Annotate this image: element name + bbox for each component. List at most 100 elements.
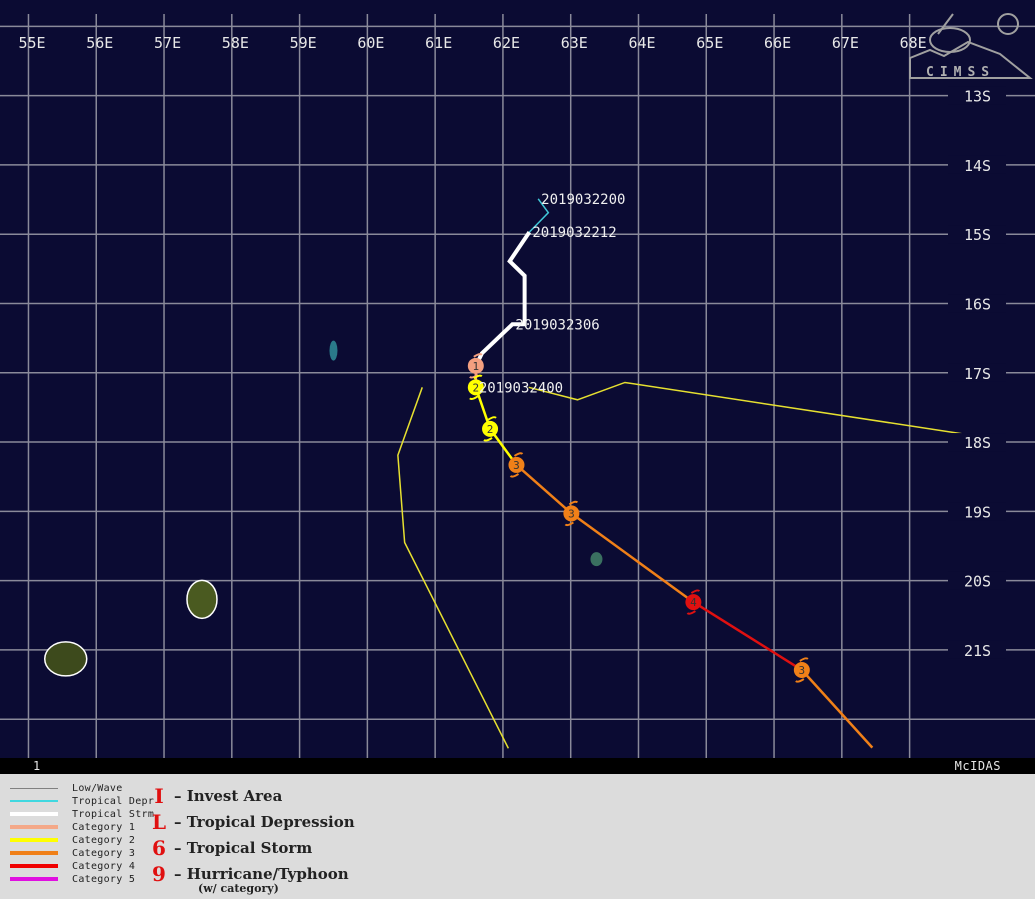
hurricane-icon: 9 bbox=[152, 862, 166, 886]
latitude-tick-label: 13S bbox=[964, 88, 991, 106]
latitude-tick-label: 21S bbox=[964, 642, 991, 660]
legend-swatch bbox=[10, 864, 58, 868]
longitude-tick-label: 65E bbox=[696, 34, 723, 52]
longitude-tick-label: 57E bbox=[154, 34, 181, 52]
legend-label: Category 1 bbox=[72, 821, 136, 833]
legend: Low/Wave Tropical Depr Tropical Strm Catego… bbox=[0, 774, 1035, 899]
hurricane-symbol-icon: 3 bbox=[793, 657, 810, 683]
legend-label: Category 2 bbox=[72, 834, 136, 846]
tropical-storm-icon: 6 bbox=[152, 836, 166, 860]
legend-line-entry: Category 5 bbox=[10, 873, 135, 885]
category-number: 4 bbox=[690, 596, 697, 609]
latitude-tick-label: 19S bbox=[964, 503, 991, 521]
symbol-arm bbox=[799, 657, 809, 662]
legend-note: (w/ category) bbox=[198, 882, 279, 895]
track-segment bbox=[692, 601, 803, 672]
legend-symbol-label: – Tropical Depression bbox=[174, 813, 355, 831]
longitude-tick-label: 55E bbox=[18, 34, 45, 52]
legend-line-entry: Category 1 bbox=[10, 821, 135, 833]
legend-swatch bbox=[10, 787, 58, 789]
longitude-tick-label: 66E bbox=[764, 34, 791, 52]
legend-symbol-label: – Hurricane/Typhoon bbox=[174, 865, 349, 883]
legend-label: Tropical Depr bbox=[72, 795, 155, 807]
legend-swatch bbox=[10, 812, 58, 816]
status-bar: 1 McIDAS bbox=[0, 758, 1035, 774]
symbol-arm bbox=[513, 452, 524, 457]
legend-swatch bbox=[10, 825, 58, 829]
storm-track bbox=[474, 198, 874, 749]
time-labels: 2019032200 2019032212 2019032306 2019032400 bbox=[479, 192, 626, 396]
cimss-logo: CIMSS bbox=[909, 13, 1033, 80]
symbol-arm bbox=[469, 395, 479, 400]
longitude-tick-label: 59E bbox=[290, 34, 317, 52]
latitude-tick-label: 16S bbox=[964, 295, 991, 313]
symbol-arm bbox=[795, 678, 805, 683]
hurricane-symbol-icon: 4 bbox=[685, 589, 702, 615]
island-tromelin bbox=[329, 340, 338, 361]
latitude-tick-label: 20S bbox=[964, 573, 991, 591]
legend-label: Category 5 bbox=[72, 873, 136, 885]
legend-line-entry: Tropical Depr bbox=[10, 795, 154, 807]
category-number: 1 bbox=[473, 360, 480, 373]
category-number: 2 bbox=[487, 423, 494, 436]
latitude-labels: 13S 14S 15S 16S 17S 18S 19S 20S 21S bbox=[948, 86, 1006, 660]
island-cargados-carajos bbox=[590, 552, 603, 567]
island-mauritius bbox=[186, 579, 218, 620]
longitude-tick-label: 60E bbox=[357, 34, 384, 52]
latitude-tick-label: 17S bbox=[964, 365, 991, 383]
longitude-tick-label: 58E bbox=[222, 34, 249, 52]
longitude-tick-label: 61E bbox=[425, 34, 452, 52]
forecast-line bbox=[528, 381, 962, 435]
legend-symbol-entry: 6 – Tropical Storm bbox=[150, 836, 312, 860]
category-number: 3 bbox=[568, 507, 575, 520]
legend-swatch bbox=[10, 877, 58, 881]
legend-line-entry: Tropical Strm bbox=[10, 808, 154, 820]
longitude-labels: 55E 56E 57E 58E 59E 60E 61E 62E 63E 64E 65E 66E 67E 6… bbox=[18, 34, 926, 52]
legend-line-entry: Category 2 bbox=[10, 834, 135, 846]
legend-symbol-entry: L – Tropical Depression bbox=[150, 810, 355, 834]
timestamp-label: 2019032200 bbox=[541, 192, 625, 208]
legend-label: Category 4 bbox=[72, 860, 136, 872]
legend-line-entry: Category 3 bbox=[10, 847, 135, 859]
longitude-tick-label: 56E bbox=[86, 34, 113, 52]
symbol-arm bbox=[564, 521, 574, 527]
legend-label: Tropical Strm bbox=[72, 808, 155, 820]
timestamp-label: 2019032400 bbox=[479, 380, 563, 396]
legend-swatch bbox=[10, 800, 58, 802]
depression-icon: L bbox=[151, 810, 167, 834]
symbol-arm bbox=[690, 589, 701, 594]
legend-line-entry: Category 4 bbox=[10, 860, 135, 872]
longitude-tick-label: 67E bbox=[832, 34, 859, 52]
latitude-tick-label: 15S bbox=[964, 226, 991, 244]
legend-symbol-entry: I – Invest Area bbox=[150, 784, 282, 808]
category-number: 3 bbox=[513, 459, 520, 472]
legend-swatch bbox=[10, 851, 58, 855]
legend-label: Low/Wave bbox=[72, 782, 123, 794]
invest-icon: I bbox=[154, 784, 164, 808]
software-label: McIDAS bbox=[954, 759, 1001, 773]
legend-label: Category 3 bbox=[72, 847, 136, 859]
symbol-arm bbox=[686, 610, 696, 615]
symbol-arm bbox=[487, 416, 497, 421]
map-canvas: 1223343 20190322002019032212201903230620… bbox=[0, 13, 1035, 758]
storm-track-map: 1223343 2019032200 2019032212 2019032306 20… bbox=[0, 0, 1035, 758]
symbol-arm bbox=[509, 473, 520, 478]
longitude-tick-label: 68E bbox=[900, 34, 927, 52]
latitude-tick-label: 18S bbox=[964, 434, 991, 452]
track-segment bbox=[800, 669, 874, 749]
timestamp-label: 2019032212 bbox=[532, 225, 616, 241]
longitude-tick-label: 62E bbox=[493, 34, 520, 52]
latitude-tick-label: 14S bbox=[964, 157, 991, 175]
longitude-tick-label: 64E bbox=[628, 34, 655, 52]
legend-line-entry: Low/Wave bbox=[10, 782, 123, 794]
longitude-tick-label: 63E bbox=[561, 34, 588, 52]
island-reunion bbox=[43, 641, 88, 677]
logo-text: CIMSS bbox=[926, 65, 995, 80]
timestamp-label: 2019032306 bbox=[515, 317, 599, 333]
legend-swatch bbox=[10, 838, 58, 842]
legend-symbol-label: – Tropical Storm bbox=[174, 839, 313, 857]
symbol-arm bbox=[483, 437, 493, 442]
track-segment bbox=[515, 463, 695, 604]
forecast-lines bbox=[397, 381, 962, 749]
frame-number: 1 bbox=[33, 759, 41, 773]
